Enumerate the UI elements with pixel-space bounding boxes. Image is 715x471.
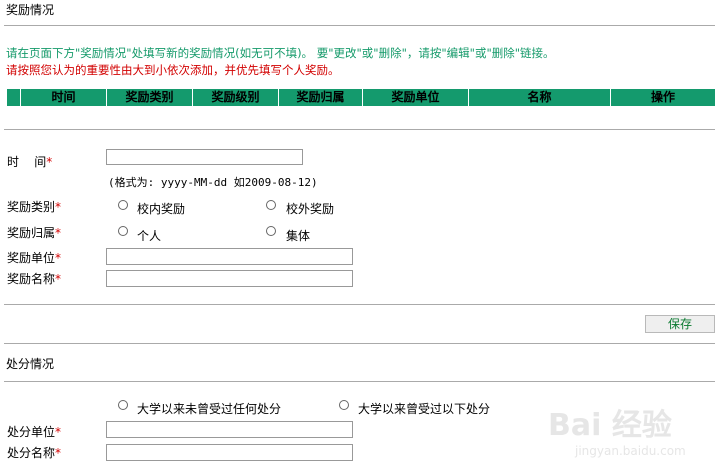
belong-label: 奖励归属* xyxy=(7,226,62,240)
punishment-name-label: 处分名称* xyxy=(7,446,62,460)
category-radio-external[interactable] xyxy=(266,200,276,210)
category-label: 奖励类别* xyxy=(7,200,62,214)
divider xyxy=(4,381,715,382)
baidu-jingyan-watermark-logo: Bai 经验 xyxy=(548,408,672,443)
table-header-spacer xyxy=(6,89,20,106)
belong-radio-personal[interactable] xyxy=(118,226,128,236)
award-name-input[interactable] xyxy=(106,270,353,287)
award-name-label: 奖励名称* xyxy=(7,272,62,286)
awards-note-red: 请按照您认为的重要性由大到小依次添加，并优先填写个人奖励。 xyxy=(6,63,340,77)
baidu-jingyan-watermark-url: jingyan.baidu.com xyxy=(575,444,686,458)
table-header-belong: 奖励归属 xyxy=(278,89,362,106)
divider xyxy=(4,304,715,305)
belong-radio-group[interactable] xyxy=(266,226,276,236)
save-button[interactable]: 保存 xyxy=(645,315,715,333)
punishment-option-none-label: 大学以来未曾受过任何处分 xyxy=(137,402,282,416)
awards-section-title: 奖励情况 xyxy=(6,3,55,17)
time-input[interactable] xyxy=(106,149,303,165)
time-format-hint: (格式为: yyyy-MM-dd 如2009-08-12) xyxy=(108,176,318,189)
table-header-time: 时间 xyxy=(20,89,106,106)
belong-option-group-label: 集体 xyxy=(286,229,311,243)
punishment-radio-none[interactable] xyxy=(118,400,128,410)
table-header-level: 奖励级别 xyxy=(192,89,278,106)
category-option-internal-label: 校内奖励 xyxy=(137,202,186,216)
table-header-action: 操作 xyxy=(610,89,715,106)
belong-option-personal-label: 个人 xyxy=(137,229,162,243)
punishment-radio-some[interactable] xyxy=(339,400,349,410)
punishment-option-some-label: 大学以来曾受过以下处分 xyxy=(358,402,491,416)
punishment-unit-input[interactable] xyxy=(106,421,353,438)
award-unit-input[interactable] xyxy=(106,248,353,265)
divider xyxy=(4,343,715,344)
table-header-unit: 奖励单位 xyxy=(362,89,468,106)
unit-label: 奖励单位* xyxy=(7,251,62,265)
divider xyxy=(4,129,715,130)
table-header-name: 名称 xyxy=(468,89,610,106)
divider xyxy=(4,25,715,26)
punishment-section-title: 处分情况 xyxy=(6,357,55,371)
category-radio-internal[interactable] xyxy=(118,200,128,210)
awards-table-header: 时间 奖励类别 奖励级别 奖励归属 奖励单位 名称 操作 xyxy=(6,89,715,106)
time-label: 时 间* xyxy=(7,155,53,169)
punishment-unit-label: 处分单位* xyxy=(7,425,62,439)
punishment-name-input[interactable] xyxy=(106,444,353,461)
awards-note-green: 请在页面下方"奖励情况"处填写新的奖励情况(如无可不填)。 要"更改"或"删除"… xyxy=(6,46,555,60)
category-option-external-label: 校外奖励 xyxy=(286,202,335,216)
table-header-category: 奖励类别 xyxy=(106,89,192,106)
